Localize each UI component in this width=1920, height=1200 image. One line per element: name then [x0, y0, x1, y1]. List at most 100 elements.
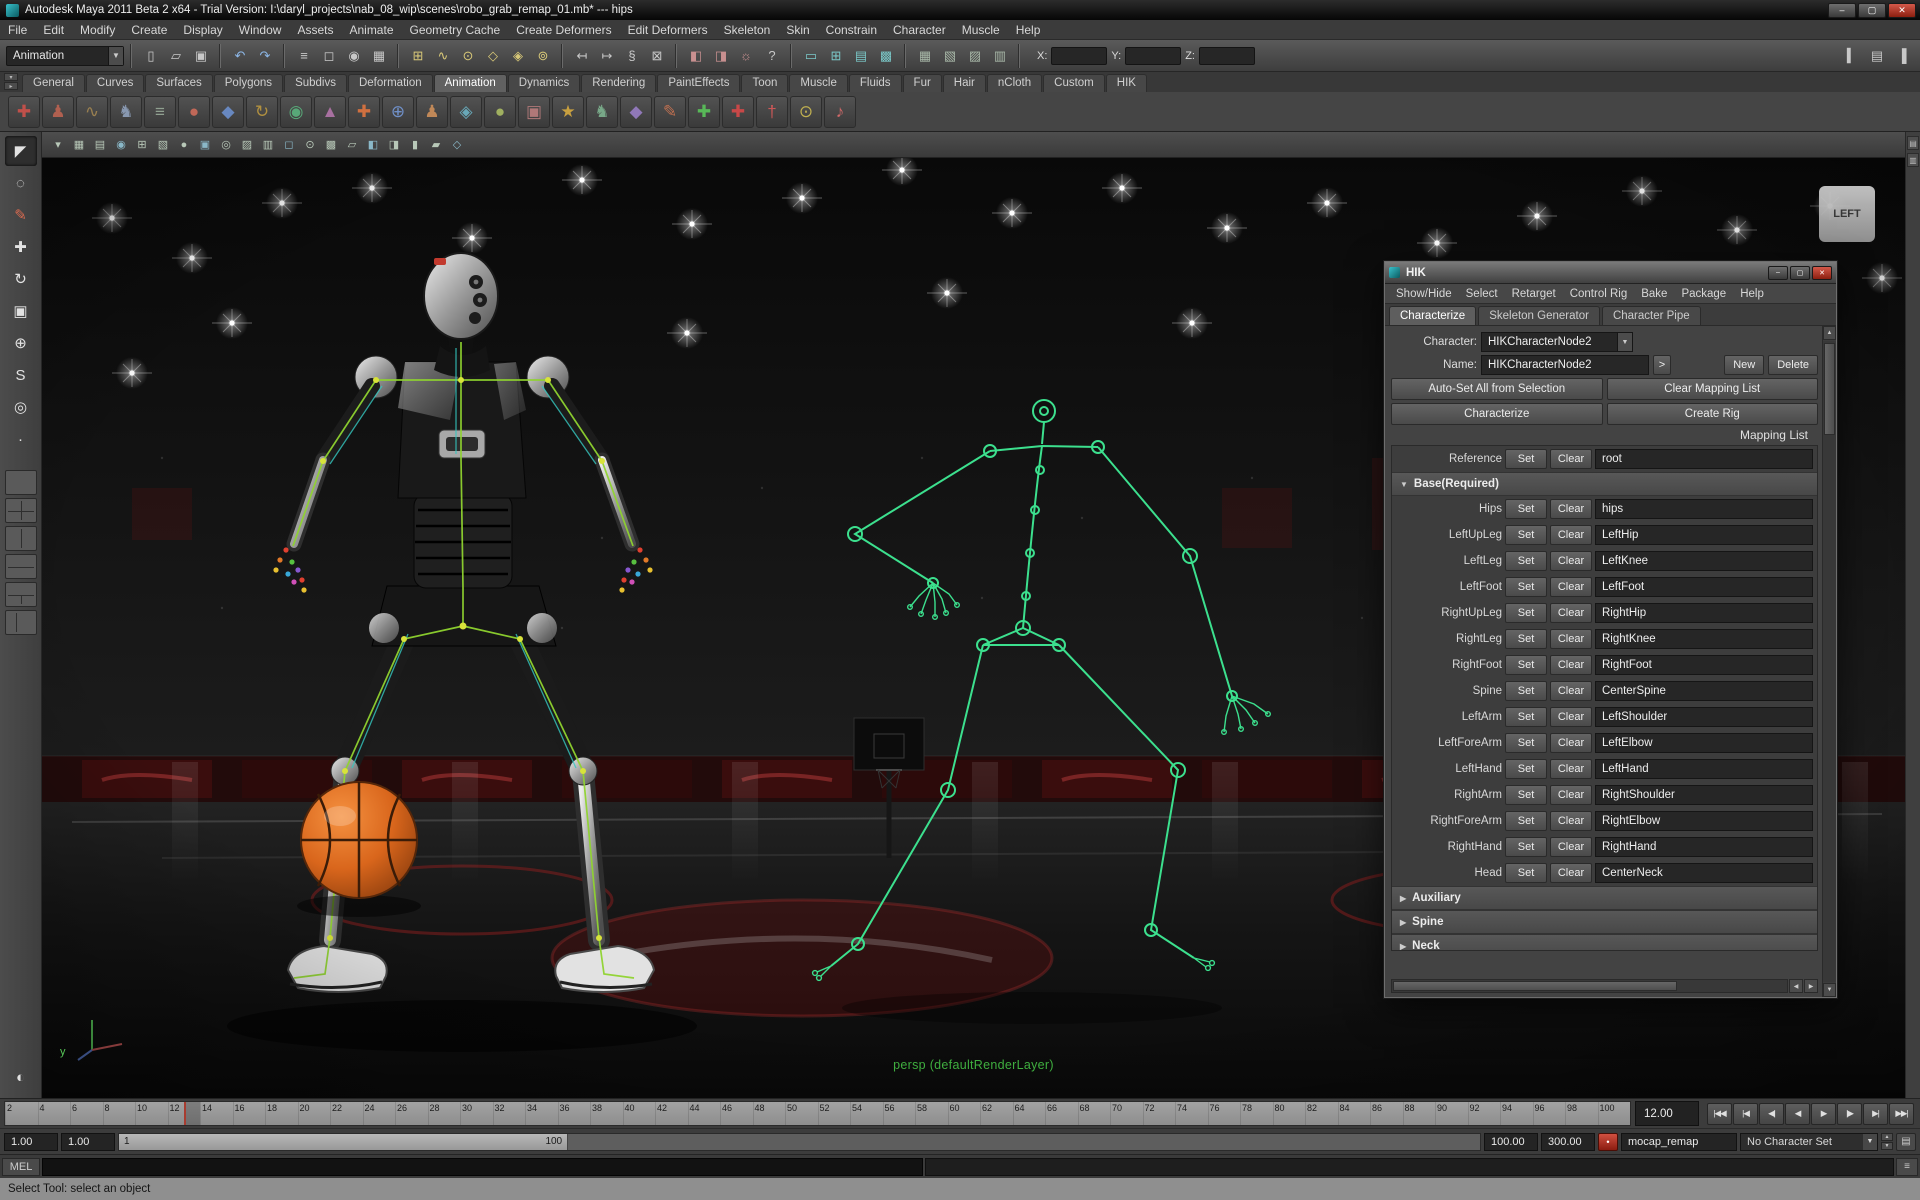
quick-help-icon[interactable]: ?: [760, 44, 784, 68]
shelf-icon[interactable]: ●: [178, 95, 210, 128]
selection-mask-icon[interactable]: ▦: [367, 44, 391, 68]
snap-to-grid-icon[interactable]: ⊞: [406, 44, 430, 68]
panel-toolbar-icon[interactable]: ▾: [48, 135, 68, 155]
play-forwards-button[interactable]: [1811, 1102, 1836, 1125]
panel-toolbar-icon[interactable]: ▧: [153, 135, 173, 155]
mapping-value-field[interactable]: RightHip: [1595, 603, 1813, 623]
lasso-select-tool-icon[interactable]: ◌: [5, 168, 37, 198]
layout-outliner-persp-button[interactable]: [4, 610, 37, 635]
menu-item[interactable]: Modify: [72, 23, 123, 37]
shelf-tab[interactable]: Custom: [1043, 74, 1105, 92]
set-button[interactable]: Set: [1505, 629, 1547, 649]
open-scene-icon[interactable]: ▱: [164, 44, 188, 68]
outliner-panel-icon[interactable]: ▤: [849, 44, 873, 68]
panel-toolbar-icon[interactable]: ▦: [69, 135, 89, 155]
menu-item[interactable]: Window: [231, 23, 290, 37]
clear-button[interactable]: Clear: [1550, 525, 1592, 545]
shelf-icon[interactable]: ♞: [586, 95, 618, 128]
panel-toolbar-icon[interactable]: ◧: [363, 135, 383, 155]
mapping-value-field[interactable]: root: [1595, 449, 1813, 469]
shelf-tab[interactable]: Subdivs: [284, 74, 347, 92]
mapping-value-field[interactable]: hips: [1595, 499, 1813, 519]
current-time-field[interactable]: 12.00: [1635, 1101, 1699, 1126]
scroll-left-icon[interactable]: ◀: [1789, 979, 1803, 993]
clear-button[interactable]: Clear: [1550, 759, 1592, 779]
hik-close-button[interactable]: [1812, 265, 1832, 280]
safe-action-icon[interactable]: ▥: [988, 44, 1012, 68]
z-coordinate-field[interactable]: [1198, 46, 1255, 65]
new-button[interactable]: New: [1724, 355, 1765, 375]
shelf-icon[interactable]: †: [756, 95, 788, 128]
menu-item[interactable]: Display: [175, 23, 230, 37]
universal-manipulator-icon[interactable]: ⊕: [5, 328, 37, 358]
shelf-icon[interactable]: ♪: [824, 95, 856, 128]
mapping-value-field[interactable]: LeftShoulder: [1595, 707, 1813, 727]
clear-button[interactable]: Clear: [1550, 655, 1592, 675]
hik-menu-item[interactable]: Bake: [1634, 288, 1674, 300]
shelf-tab-menu-icon[interactable]: ▾: [4, 73, 18, 81]
clear-button[interactable]: Clear: [1550, 449, 1592, 469]
show-manipulator-icon[interactable]: ◎: [5, 392, 37, 422]
panel-toolbar-icon[interactable]: ◻: [279, 135, 299, 155]
delete-button[interactable]: Delete: [1768, 355, 1818, 375]
scrollbar-thumb[interactable]: [1393, 981, 1678, 991]
panel-toolbar-icon[interactable]: ▰: [426, 135, 446, 155]
shelf-icon[interactable]: ●: [484, 95, 516, 128]
play-backwards-button[interactable]: [1785, 1102, 1810, 1125]
clear-button[interactable]: Clear: [1550, 707, 1592, 727]
playback-end-field[interactable]: 100.00: [1484, 1132, 1538, 1151]
set-button[interactable]: Set: [1505, 681, 1547, 701]
step-forward-key-button[interactable]: [1863, 1102, 1888, 1125]
select-by-object-icon[interactable]: ◻: [317, 44, 341, 68]
shelf-icon[interactable]: ◆: [620, 95, 652, 128]
hik-tab[interactable]: Skeleton Generator: [1478, 306, 1600, 325]
time-slider-track[interactable]: 2 4 6 8 10 12 14 16 18 20 22 24 26 28 30 32 34 36 38 40 42 44…: [4, 1101, 1631, 1126]
command-language-toggle[interactable]: MEL: [2, 1157, 40, 1176]
film-gate-icon[interactable]: ▧: [938, 44, 962, 68]
set-button[interactable]: Set: [1505, 811, 1547, 831]
hik-maximize-button[interactable]: [1790, 265, 1810, 280]
hik-menu-item[interactable]: Help: [1733, 288, 1771, 300]
mapping-value-field[interactable]: CenterNeck: [1595, 863, 1813, 883]
shelf-icon[interactable]: ✚: [722, 95, 754, 128]
range-track[interactable]: 1 100: [118, 1132, 1481, 1151]
shelf-tab[interactable]: General: [22, 74, 85, 92]
single-pane-layout-icon[interactable]: ▭: [799, 44, 823, 68]
snap-to-curve-icon[interactable]: ∿: [431, 44, 455, 68]
shelf-menu-icon[interactable]: ▸: [4, 82, 18, 90]
clear-button[interactable]: Clear: [1550, 785, 1592, 805]
animation-start-field[interactable]: 1.00: [4, 1132, 58, 1151]
clear-button[interactable]: Clear: [1550, 733, 1592, 753]
mapping-value-field[interactable]: LeftHip: [1595, 525, 1813, 545]
scrollbar-track[interactable]: [1391, 979, 1788, 993]
rotate-tool-icon[interactable]: ↻: [5, 264, 37, 294]
show-attribute-editor-icon[interactable]: ▍: [1840, 44, 1864, 68]
scroll-down-icon[interactable]: ▼: [1823, 983, 1836, 997]
hik-menu-item[interactable]: Select: [1459, 288, 1505, 300]
panel-toolbar-icon[interactable]: ◉: [111, 135, 131, 155]
auto-set-all-button[interactable]: Auto-Set All from Selection: [1391, 378, 1603, 400]
hik-menu-item[interactable]: Retarget: [1505, 288, 1563, 300]
menu-item[interactable]: Skin: [778, 23, 817, 37]
shelf-tab[interactable]: Fluids: [848, 74, 902, 92]
show-channel-box-icon[interactable]: ▐: [1890, 44, 1914, 68]
y-coordinate-field[interactable]: [1125, 46, 1182, 65]
scroll-right-icon[interactable]: ▶: [1804, 979, 1818, 993]
shelf-icon[interactable]: ✚: [348, 95, 380, 128]
shelf-tab[interactable]: Rendering: [581, 74, 657, 92]
panel-toolbar-icon[interactable]: ◎: [216, 135, 236, 155]
set-button[interactable]: Set: [1505, 707, 1547, 727]
shelf-icon[interactable]: ↻: [246, 95, 278, 128]
shelf-tab[interactable]: Fur: [902, 74, 942, 92]
panel-toolbar-icon[interactable]: ▩: [321, 135, 341, 155]
shelf-tab[interactable]: Toon: [741, 74, 789, 92]
shelf-tab[interactable]: PaintEffects: [657, 74, 741, 92]
clear-button[interactable]: Clear: [1550, 603, 1592, 623]
four-pane-layout-icon[interactable]: ⊞: [824, 44, 848, 68]
scale-tool-icon[interactable]: ▣: [5, 296, 37, 326]
layout-two-pane-stacked-button[interactable]: [4, 554, 37, 579]
menu-item[interactable]: Edit Deformers: [620, 23, 716, 37]
mapping-value-field[interactable]: CenterSpine: [1595, 681, 1813, 701]
shelf-icon[interactable]: ♟: [42, 95, 74, 128]
auto-keyframe-toggle[interactable]: [1598, 1132, 1618, 1151]
